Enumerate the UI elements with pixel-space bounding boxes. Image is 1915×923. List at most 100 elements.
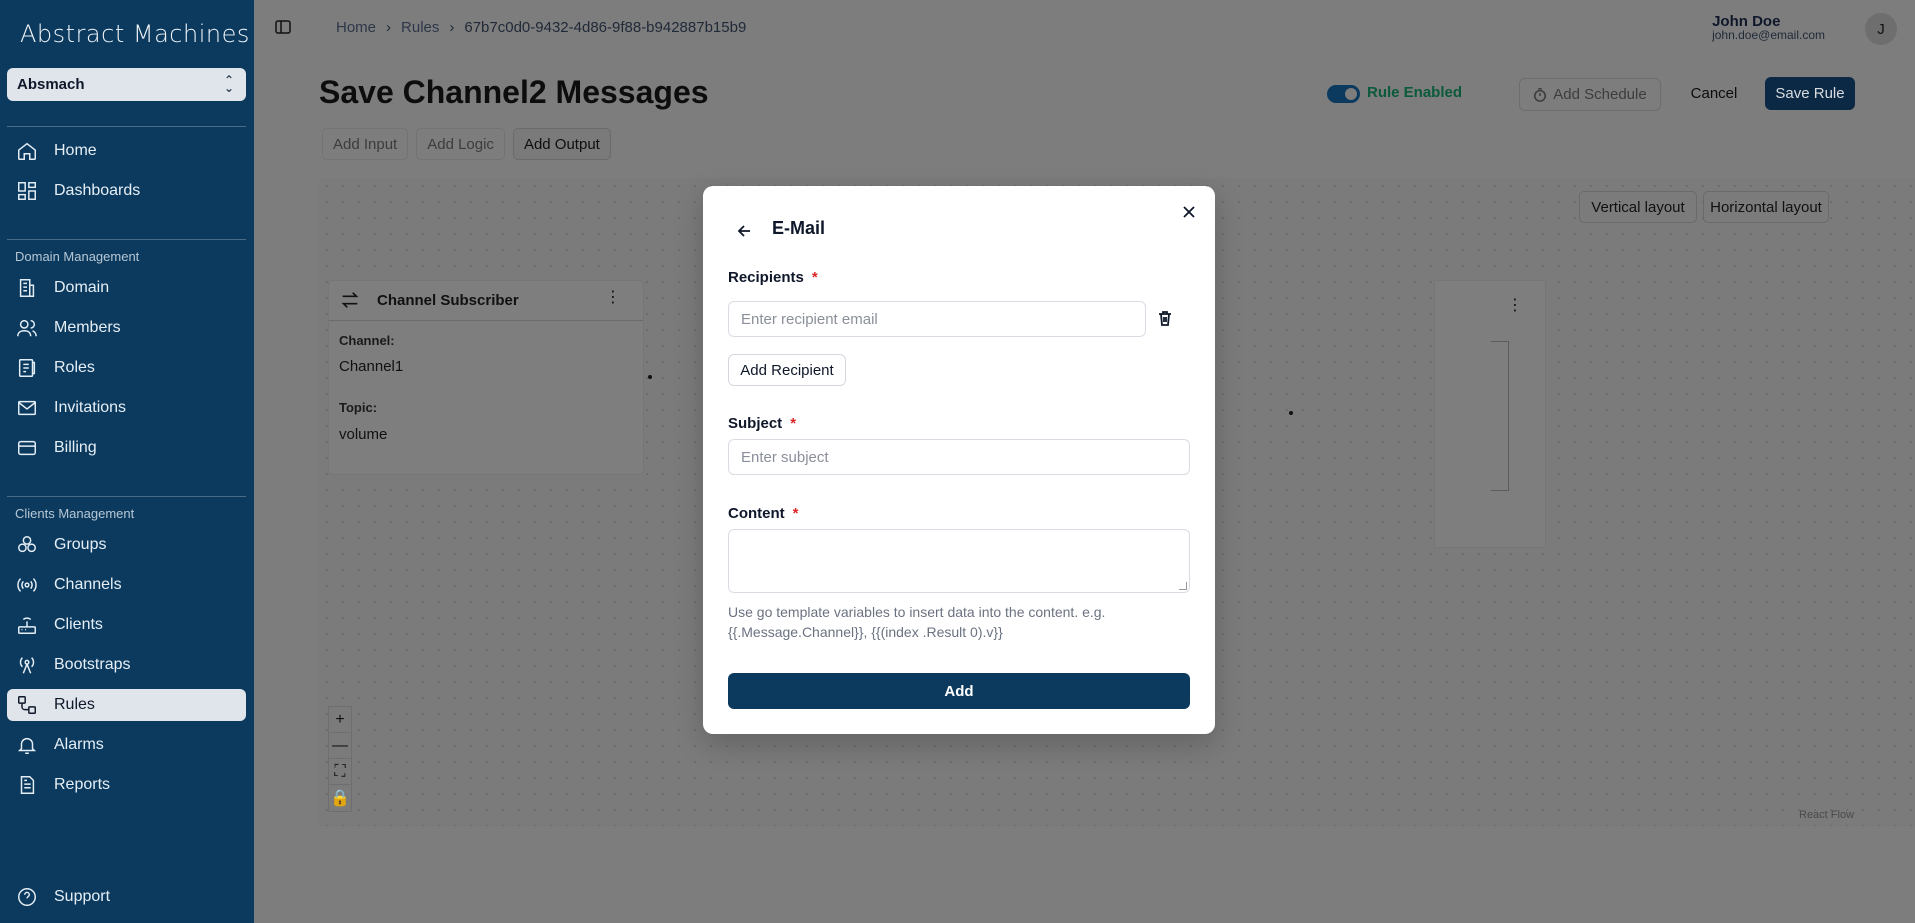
node-channel-value: Channel1 bbox=[339, 358, 404, 375]
sidebar-item-domain[interactable]: Domain bbox=[7, 272, 246, 304]
toggle-knob bbox=[1345, 88, 1357, 100]
sidebar-item-label: Billing bbox=[54, 439, 97, 456]
add-input-tab[interactable]: Add Input bbox=[322, 128, 409, 160]
sidebar-item-reports[interactable]: Reports bbox=[7, 769, 246, 801]
recipients-label-text: Recipients bbox=[728, 269, 804, 286]
required-mark: * bbox=[790, 415, 797, 432]
sidebar-item-label: Channels bbox=[54, 576, 122, 593]
node-tabs: Add Input Add Logic Add Output bbox=[322, 128, 611, 160]
more-vertical-icon[interactable]: ⋮ bbox=[605, 290, 621, 306]
close-icon[interactable] bbox=[1180, 203, 1198, 221]
subject-input[interactable]: Enter subject bbox=[728, 439, 1190, 475]
users-icon bbox=[15, 316, 39, 340]
node-channel-label: Channel: bbox=[339, 333, 395, 348]
node-title: Channel Subscriber bbox=[377, 292, 519, 309]
sidebar-item-label: Dashboards bbox=[54, 182, 141, 199]
roles-icon bbox=[15, 356, 39, 380]
dashboard-icon bbox=[15, 179, 39, 203]
sidebar-item-invitations[interactable]: Invitations bbox=[7, 392, 246, 424]
user-info[interactable]: John Doe john.doe@email.com bbox=[1712, 13, 1825, 42]
back-arrow-icon[interactable] bbox=[736, 222, 754, 240]
trash-icon[interactable] bbox=[1156, 309, 1176, 329]
output-node[interactable]: ⋮ bbox=[1434, 280, 1546, 548]
resize-grip[interactable] bbox=[1179, 582, 1187, 590]
workflow-icon bbox=[15, 693, 39, 717]
node-body bbox=[1491, 341, 1509, 491]
content-label: Content * bbox=[728, 505, 799, 522]
add-recipient-button[interactable]: Add Recipient bbox=[728, 354, 846, 386]
add-button[interactable]: Add bbox=[728, 673, 1190, 709]
domain-selector-value: Absmach bbox=[17, 76, 85, 93]
zoom-out-button[interactable]: — bbox=[329, 733, 351, 759]
page-title: Save Channel2 Messages bbox=[319, 74, 709, 110]
avatar[interactable]: J bbox=[1865, 13, 1897, 45]
lock-button[interactable]: 🔒 bbox=[329, 785, 351, 811]
bell-icon bbox=[15, 733, 39, 757]
sidebar-item-bootstraps[interactable]: Bootstraps bbox=[7, 649, 246, 681]
add-logic-tab[interactable]: Add Logic bbox=[416, 128, 505, 160]
channel-subscriber-node[interactable]: Channel Subscriber ⋮ Channel: Channel1 T… bbox=[328, 280, 644, 475]
node-header: Channel Subscriber bbox=[329, 281, 643, 321]
content-label-text: Content bbox=[728, 505, 785, 522]
divider bbox=[7, 496, 246, 497]
breadcrumb-rules[interactable]: Rules bbox=[401, 19, 439, 36]
modal-title: E-Mail bbox=[772, 218, 826, 238]
sidebar-item-alarms[interactable]: Alarms bbox=[7, 729, 246, 761]
cancel-button[interactable]: Cancel bbox=[1682, 77, 1746, 110]
sidebar-item-home[interactable]: Home bbox=[7, 135, 246, 167]
rule-enabled-label: Rule Enabled bbox=[1367, 84, 1463, 101]
user-email: john.doe@email.com bbox=[1712, 28, 1825, 42]
chevron-up-down-icon: ⌃ ⌄ bbox=[223, 73, 234, 95]
sidebar-item-label: Invitations bbox=[54, 399, 127, 416]
divider bbox=[7, 239, 246, 240]
more-vertical-icon[interactable]: ⋮ bbox=[1507, 295, 1523, 315]
sidebar-item-label: Groups bbox=[54, 536, 107, 553]
timer-icon bbox=[1534, 87, 1547, 102]
card-icon bbox=[15, 436, 39, 460]
node-handle[interactable] bbox=[648, 375, 652, 379]
content-textarea[interactable] bbox=[728, 529, 1190, 593]
section-label-clients: Clients Management bbox=[15, 506, 135, 521]
section-label-domain: Domain Management bbox=[15, 249, 140, 264]
sidebar-item-label: Support bbox=[54, 888, 111, 905]
router-icon bbox=[15, 613, 39, 637]
zoom-in-button[interactable]: + bbox=[329, 707, 351, 733]
sidebar: Abstract Machines Absmach ⌃ ⌄ Home Dashbo… bbox=[0, 0, 254, 923]
sidebar-item-billing[interactable]: Billing bbox=[7, 432, 246, 464]
subject-label-text: Subject bbox=[728, 415, 783, 432]
sidebar-item-channels[interactable]: Channels bbox=[7, 569, 246, 601]
node-handle[interactable] bbox=[1289, 411, 1293, 415]
sidebar-item-label: Bootstraps bbox=[54, 656, 131, 673]
save-rule-button[interactable]: Save Rule bbox=[1765, 77, 1855, 110]
sidebar-item-rules[interactable]: Rules bbox=[7, 689, 246, 721]
sidebar-item-support[interactable]: Support bbox=[7, 881, 246, 913]
required-mark: * bbox=[811, 269, 818, 286]
file-icon bbox=[15, 773, 39, 797]
sidebar-item-groups[interactable]: Groups bbox=[7, 529, 246, 561]
sidebar-item-members[interactable]: Members bbox=[7, 312, 246, 344]
sidebar-item-label: Members bbox=[54, 319, 121, 336]
groups-icon bbox=[15, 533, 39, 557]
rule-enabled-toggle[interactable] bbox=[1327, 85, 1360, 103]
fit-view-button[interactable]: ⛶ bbox=[329, 759, 351, 785]
domain-selector[interactable]: Absmach ⌃ ⌄ bbox=[7, 68, 246, 101]
horizontal-layout-button[interactable]: Horizontal layout bbox=[1703, 191, 1829, 223]
vertical-layout-button[interactable]: Vertical layout bbox=[1579, 191, 1697, 223]
broadcast-icon bbox=[15, 573, 39, 597]
react-flow-attribution[interactable]: React Flow bbox=[1799, 809, 1854, 821]
sidebar-item-dashboards[interactable]: Dashboards bbox=[7, 175, 246, 207]
sidebar-item-roles[interactable]: Roles bbox=[7, 352, 246, 384]
sidebar-item-clients[interactable]: Clients bbox=[7, 609, 246, 641]
breadcrumb: Home › Rules › 67b7c0d0-9432-4d86-9f88-b… bbox=[336, 19, 746, 36]
sidebar-item-label: Reports bbox=[54, 776, 111, 793]
sidebar-item-label: Domain bbox=[54, 279, 110, 296]
recipient-email-input[interactable]: Enter recipient email bbox=[728, 301, 1146, 337]
sidebar-item-label: Home bbox=[54, 142, 97, 159]
sidebar-toggle-icon[interactable] bbox=[274, 18, 292, 36]
add-output-tab[interactable]: Add Output bbox=[512, 128, 611, 160]
app-logo[interactable]: Abstract Machines bbox=[20, 20, 250, 48]
recipients-label: Recipients * bbox=[728, 269, 818, 286]
add-schedule-button[interactable]: Add Schedule bbox=[1519, 78, 1661, 111]
breadcrumb-home[interactable]: Home bbox=[336, 19, 376, 36]
add-schedule-label: Add Schedule bbox=[1553, 86, 1647, 103]
